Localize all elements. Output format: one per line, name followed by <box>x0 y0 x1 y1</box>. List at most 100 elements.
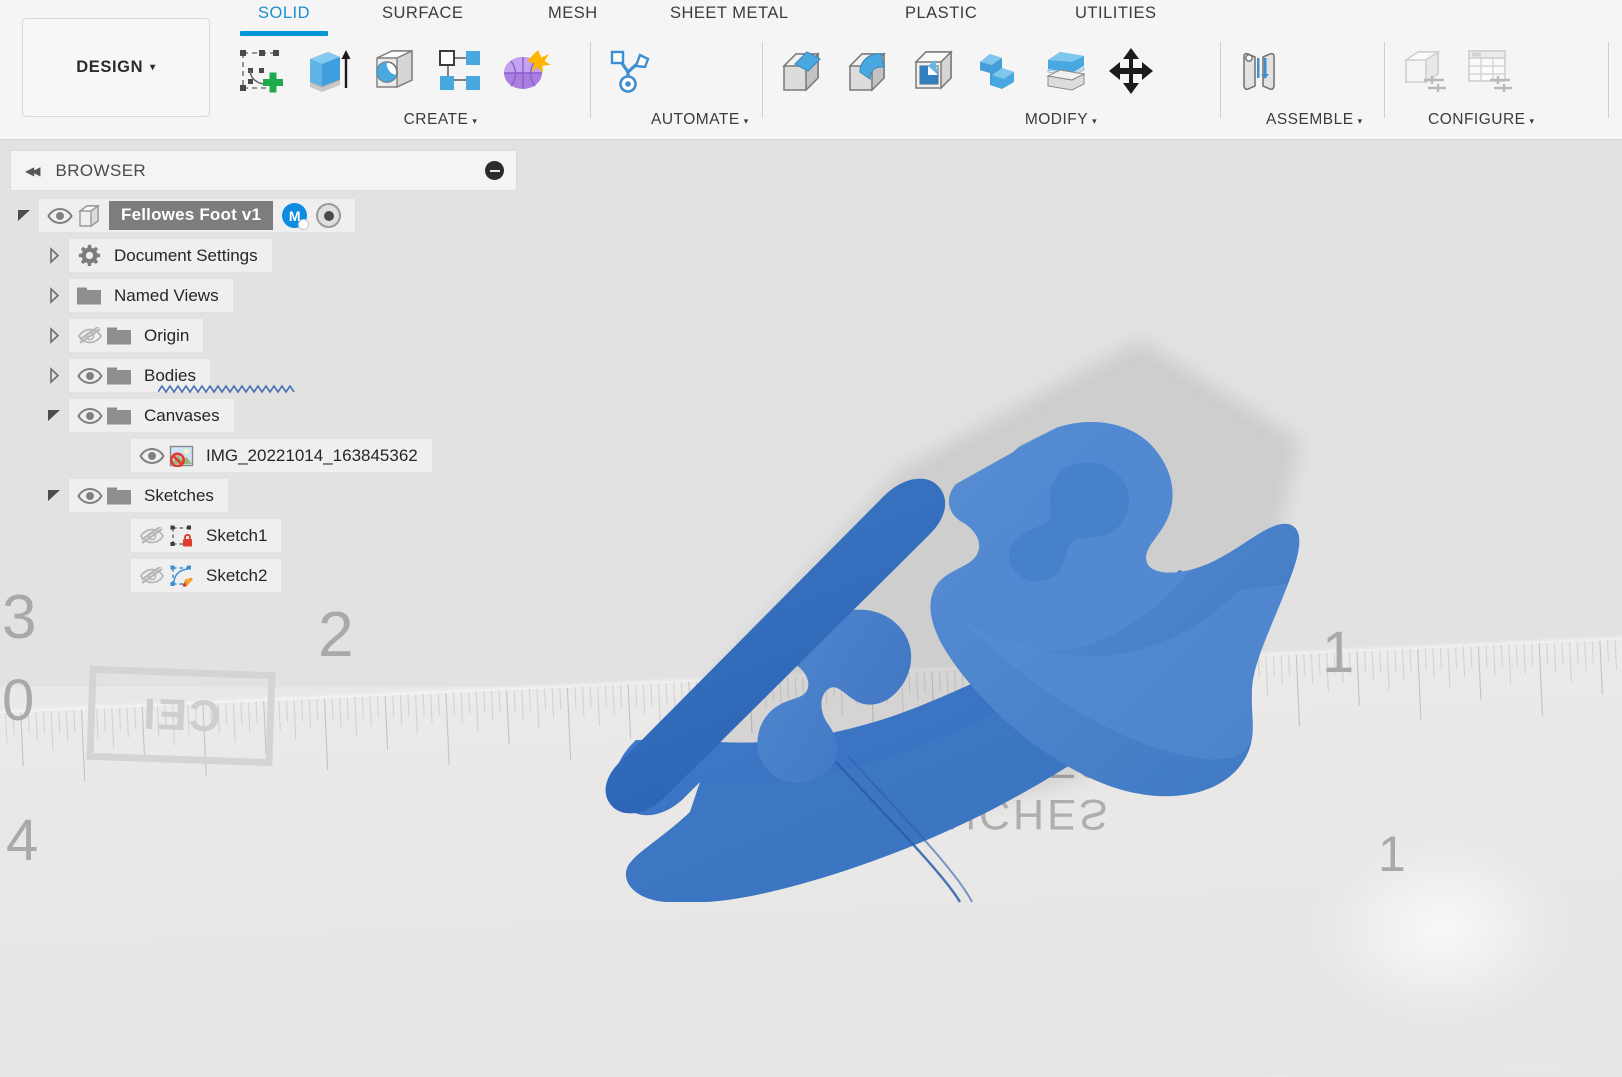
ribbon-group-configure: CONFIGURE ▾ <box>1390 34 1535 140</box>
ribbon-group-icons <box>768 34 1164 110</box>
ribbon-group-icons <box>1226 34 1363 110</box>
tree-node-fellowes-foot-v1[interactable]: Fellowes Foot v1 M <box>10 199 517 232</box>
chevron-down-icon[interactable] <box>46 407 63 424</box>
ribbon-toolbar: DESIGN ▾ SOLID SURFACE MESH SHEET METAL PLAS… <box>0 0 1622 140</box>
tree-node-bodies[interactable]: Bodies <box>10 359 517 394</box>
configure-table-icon[interactable] <box>1456 36 1522 106</box>
tree-node-img-20221014-163845362[interactable]: IMG_20221014_163845362 <box>10 439 517 472</box>
ribbon-group-label-configure[interactable]: CONFIGURE ▾ <box>1428 111 1535 129</box>
tree-node-row[interactable]: Document Settings <box>69 239 272 272</box>
tree-node-sketch2[interactable]: Sketch2 <box>10 559 517 592</box>
material-badge[interactable]: M <box>282 203 310 230</box>
eye-visible-icon[interactable] <box>45 207 75 225</box>
ribbon-group-label-create[interactable]: CREATE ▾ <box>323 111 558 129</box>
combine-icon[interactable] <box>966 36 1032 106</box>
ribbon-group-label-text: CONFIGURE <box>1428 111 1526 128</box>
chevron-down-icon: ▾ <box>472 116 478 126</box>
folder-icon <box>105 405 133 426</box>
fillet-icon[interactable] <box>834 36 900 106</box>
tree-node-label: Sketch1 <box>206 525 268 545</box>
eye-visible-icon[interactable] <box>75 367 105 385</box>
tree-node-label: Sketch2 <box>206 565 268 585</box>
eye-hidden-icon[interactable] <box>137 566 167 585</box>
fusion360-window: DESIGN ▾ SOLID SURFACE MESH SHEET METAL PLAS… <box>0 0 1622 1077</box>
tree-node-row[interactable]: Sketches <box>69 479 228 512</box>
split-body-icon[interactable] <box>1032 36 1098 106</box>
move-copy-icon[interactable] <box>1098 36 1164 106</box>
tree-node-row[interactable]: Origin <box>69 319 204 352</box>
chevron-down-icon[interactable] <box>46 487 63 504</box>
tree-node-row[interactable]: Named Views <box>69 279 233 312</box>
collapse-left-icon[interactable]: ◀◀ <box>25 164 41 178</box>
tree-node-row[interactable]: Canvases <box>69 399 234 432</box>
tab-surface[interactable]: SURFACE <box>382 4 463 34</box>
tree-node-canvases[interactable]: Canvases <box>10 399 517 432</box>
eye-visible-icon[interactable] <box>75 487 105 505</box>
shell-icon[interactable] <box>900 36 966 106</box>
ribbon-group-label-text: AUTOMATE <box>651 111 740 128</box>
ribbon-separator <box>1220 42 1221 118</box>
tab-solid[interactable]: SOLID <box>240 4 329 36</box>
ribbon-group-label-modify[interactable]: MODIFY ▾ <box>958 111 1164 129</box>
tree-node-label: IMG_20221014_163845362 <box>206 445 418 465</box>
tree-node-row[interactable]: Sketch1 <box>131 519 282 552</box>
folder-icon <box>75 285 103 306</box>
design-menu-label: DESIGN <box>76 58 144 76</box>
tab-label: MESH <box>548 4 598 22</box>
tree-node-row[interactable]: IMG_20221014_163845362 <box>131 439 432 472</box>
tree-node-sketch1[interactable]: Sketch1 <box>10 519 517 552</box>
pattern-icon[interactable] <box>426 36 492 106</box>
tree-node-row[interactable]: Sketch2 <box>131 559 282 592</box>
chevron-right-icon[interactable] <box>46 367 63 384</box>
sketch-edit-icon <box>167 564 195 588</box>
ribbon-group-label-assemble[interactable]: ASSEMBLE ▾ <box>1266 111 1363 129</box>
chevron-right-icon[interactable] <box>46 247 63 264</box>
tree-node-document-settings[interactable]: Document Settings <box>10 239 517 272</box>
ribbon-separator <box>1384 42 1385 118</box>
chevron-down-icon[interactable] <box>16 207 33 224</box>
form-icon[interactable] <box>492 36 558 106</box>
design-workspace-menu[interactable]: DESIGN ▾ <box>22 18 210 117</box>
tab-label: SURFACE <box>382 4 464 22</box>
configure-body-icon[interactable] <box>1390 36 1456 106</box>
tree-node-sketches[interactable]: Sketches <box>10 479 517 512</box>
assemble-joint-icon[interactable] <box>1226 36 1292 106</box>
minimize-icon[interactable] <box>485 161 504 180</box>
chevron-right-icon[interactable] <box>46 327 63 344</box>
tab-utilities[interactable]: UTILITIES <box>1075 4 1157 34</box>
tab-label: UTILITIES <box>1075 4 1157 22</box>
chevron-down-icon: ▾ <box>743 116 749 126</box>
component-icon <box>75 204 103 228</box>
ribbon-group-label-text: CREATE <box>403 111 469 128</box>
folder-icon <box>105 485 133 506</box>
tree-node-label: Document Settings <box>114 245 258 265</box>
tree-node-label: Fellowes Foot v1 <box>109 201 274 230</box>
browser-header: ◀◀ BROWSER <box>10 150 517 191</box>
tree-node-origin[interactable]: Origin <box>10 319 517 352</box>
revolve-icon[interactable] <box>360 36 426 106</box>
folder-icon <box>105 325 133 346</box>
tab-label: SOLID <box>258 4 311 22</box>
tree-node-row[interactable]: Bodies <box>69 359 210 392</box>
tree-node-label: Sketches <box>144 485 214 505</box>
ribbon-tabs: SOLID SURFACE MESH SHEET METAL PLASTIC UTILIT… <box>215 0 1622 36</box>
automate-icon[interactable] <box>596 36 662 106</box>
eye-hidden-icon[interactable] <box>75 326 105 345</box>
eye-visible-icon[interactable] <box>75 407 105 425</box>
tab-plastic[interactable]: PLASTIC <box>905 4 977 34</box>
ribbon-group-icons <box>228 34 558 110</box>
chevron-right-icon[interactable] <box>46 287 63 304</box>
eye-visible-icon[interactable] <box>137 447 167 465</box>
ribbon-group-label-automate[interactable]: AUTOMATE ▾ <box>651 111 749 129</box>
extrude-icon[interactable] <box>294 36 360 106</box>
chamfer-icon[interactable] <box>768 36 834 106</box>
tree-node-row[interactable]: Fellowes Foot v1 M <box>39 199 356 232</box>
eye-hidden-icon[interactable] <box>137 526 167 545</box>
tab-sheet-metal[interactable]: SHEET METAL <box>670 4 789 34</box>
tab-mesh[interactable]: MESH <box>548 4 598 34</box>
appearance-badge[interactable] <box>316 203 342 228</box>
create-sketch-icon[interactable] <box>228 36 294 106</box>
tree-node-named-views[interactable]: Named Views <box>10 279 517 312</box>
